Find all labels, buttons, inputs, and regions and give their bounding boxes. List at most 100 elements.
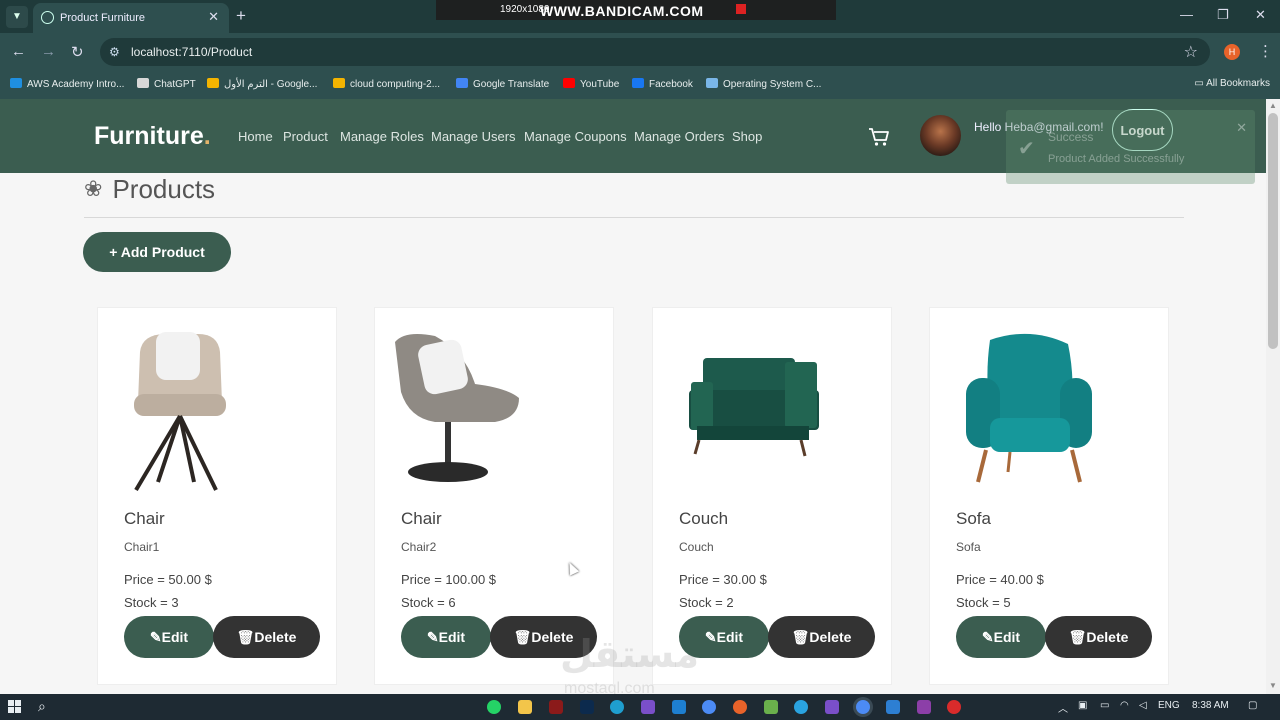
- maximize-icon[interactable]: ❐: [1217, 7, 1229, 23]
- minimize-icon[interactable]: —: [1180, 7, 1193, 22]
- nav-manage-roles[interactable]: Manage Roles: [340, 129, 424, 144]
- back-icon[interactable]: ←: [11, 43, 26, 60]
- chrome-profile-icon[interactable]: [733, 700, 747, 714]
- product-price: Price = 50.00 $: [124, 572, 212, 587]
- terminal-icon[interactable]: [917, 700, 931, 714]
- url-input[interactable]: ⚙ localhost:7110/Product ☆: [100, 38, 1210, 66]
- tab-search-chevron-icon[interactable]: ▼: [6, 6, 28, 28]
- chrome-active-icon[interactable]: [856, 700, 870, 714]
- cart-icon[interactable]: [868, 127, 890, 147]
- edit-button[interactable]: ✎Edit: [124, 616, 214, 658]
- bookmark-favicon-icon: [10, 78, 22, 88]
- product-card: Sofa Sofa Price = 40.00 $ Stock = 5 ✎Edi…: [929, 307, 1169, 685]
- mail-icon[interactable]: [886, 700, 900, 714]
- nav-shop[interactable]: Shop: [732, 129, 762, 144]
- site-logo[interactable]: Furniture.: [94, 122, 211, 151]
- page-title: ❀ Products: [84, 174, 216, 204]
- new-tab-icon[interactable]: +: [236, 6, 246, 26]
- taskbar: ⌕ ︿ ▣ ▭ ◠ ◁ ENG 8:38 AM ▢: [0, 694, 1280, 720]
- bookmark-favicon-icon: [456, 78, 468, 88]
- bookmark-item[interactable]: ChatGPT: [137, 78, 196, 90]
- wifi-icon[interactable]: ◠: [1120, 700, 1129, 711]
- bookmark-item[interactable]: Google Translate: [456, 78, 549, 90]
- visual-studio-2-icon[interactable]: [825, 700, 839, 714]
- store-icon[interactable]: [764, 700, 778, 714]
- tray-app-icon[interactable]: ▣: [1078, 700, 1087, 711]
- bookmark-item[interactable]: Facebook: [632, 78, 693, 90]
- product-stock: Stock = 5: [956, 595, 1011, 610]
- product-image-couch: [689, 358, 819, 457]
- product-stock: Stock = 2: [679, 595, 734, 610]
- photoshop-icon[interactable]: [580, 700, 594, 714]
- windows-start-icon[interactable]: [8, 700, 22, 714]
- profile-avatar[interactable]: H: [1224, 44, 1240, 60]
- record-icon[interactable]: [736, 4, 746, 14]
- tab-product-furniture[interactable]: Product Furniture ✕: [33, 3, 229, 33]
- close-tab-icon[interactable]: ✕: [208, 9, 219, 25]
- whatsapp-icon[interactable]: [487, 700, 501, 714]
- volume-icon[interactable]: ◁: [1139, 700, 1147, 711]
- check-icon: ✔: [1018, 138, 1035, 160]
- add-product-button[interactable]: + Add Product: [83, 232, 231, 272]
- edit-button[interactable]: ✎Edit: [956, 616, 1046, 658]
- nav-home[interactable]: Home: [238, 129, 273, 144]
- nav-manage-users[interactable]: Manage Users: [431, 129, 516, 144]
- nav-product[interactable]: Product: [283, 129, 328, 144]
- tray-chevron-icon[interactable]: ︿: [1058, 700, 1068, 715]
- search-icon[interactable]: ⌕: [38, 698, 46, 715]
- language-indicator[interactable]: ENG: [1158, 700, 1180, 711]
- title-divider: [84, 217, 1184, 218]
- product-price: Price = 100.00 $: [401, 572, 497, 587]
- product-price: Price = 30.00 $: [679, 572, 767, 587]
- notifications-icon[interactable]: ▢: [1248, 700, 1257, 711]
- delete-button[interactable]: 🗑Delete: [768, 616, 875, 658]
- url-text: localhost:7110/Product: [131, 45, 253, 59]
- nav-manage-orders[interactable]: Manage Orders: [634, 129, 724, 144]
- delete-button[interactable]: 🗑Delete: [1045, 616, 1152, 658]
- vscode-icon[interactable]: [672, 700, 686, 714]
- toast-message: Product Added Successfully: [1048, 153, 1185, 165]
- forward-icon[interactable]: →: [41, 43, 56, 60]
- bookmark-item[interactable]: cloud computing-2...: [333, 78, 440, 90]
- browser-menu-icon[interactable]: ⋮: [1258, 42, 1273, 60]
- product-name: Chair: [401, 509, 442, 528]
- bookmark-item[interactable]: AWS Academy Intro...: [10, 78, 124, 90]
- product-name: Sofa: [956, 509, 991, 528]
- reload-icon[interactable]: ↻: [71, 43, 84, 61]
- success-toast: ✔ Success Product Added Successfully ✕: [1006, 110, 1255, 184]
- battery-icon[interactable]: ▭: [1100, 700, 1109, 711]
- bookmark-favicon-icon: [563, 78, 575, 88]
- scroll-down-icon[interactable]: ▼: [1269, 681, 1277, 690]
- edge-icon[interactable]: [610, 700, 624, 714]
- nav-manage-coupons[interactable]: Manage Coupons: [524, 129, 627, 144]
- bookmark-favicon-icon: [706, 78, 718, 88]
- product-stock: Stock = 3: [124, 595, 179, 610]
- product-stock: Stock = 6: [401, 595, 456, 610]
- bookmark-item[interactable]: Operating System C...: [706, 78, 821, 90]
- page-scrollbar[interactable]: ▲ ▼: [1266, 99, 1280, 694]
- telegram-icon[interactable]: [794, 700, 808, 714]
- tab-title: Product Furniture: [60, 12, 145, 24]
- close-window-icon[interactable]: ✕: [1255, 7, 1266, 23]
- delete-button[interactable]: 🗑Delete: [213, 616, 320, 658]
- toast-close-icon[interactable]: ✕: [1236, 120, 1247, 136]
- clock[interactable]: 8:38 AM: [1192, 700, 1229, 711]
- visual-studio-icon[interactable]: [641, 700, 655, 714]
- user-avatar[interactable]: [920, 115, 961, 156]
- product-description: Sofa: [956, 540, 981, 554]
- product-description: Couch: [679, 540, 714, 554]
- scroll-up-icon[interactable]: ▲: [1269, 101, 1277, 110]
- all-bookmarks-button[interactable]: ▭ All Bookmarks: [1194, 78, 1270, 89]
- product-card: Couch Couch Price = 30.00 $ Stock = 2 ✎E…: [652, 307, 892, 685]
- bandicam-icon[interactable]: [947, 700, 961, 714]
- trash-icon: 🗑: [513, 629, 532, 645]
- bookmark-star-icon[interactable]: ☆: [1184, 42, 1198, 62]
- bookmark-item[interactable]: YouTube: [563, 78, 619, 90]
- site-info-icon[interactable]: ⚙: [109, 45, 120, 59]
- chrome-icon[interactable]: [702, 700, 716, 714]
- edit-button[interactable]: ✎Edit: [401, 616, 491, 658]
- scrollbar-thumb[interactable]: [1268, 113, 1278, 349]
- file-explorer-icon[interactable]: [518, 700, 532, 714]
- bookmark-item[interactable]: الترم الأول - Google...: [207, 78, 317, 90]
- illustrator-icon[interactable]: [549, 700, 563, 714]
